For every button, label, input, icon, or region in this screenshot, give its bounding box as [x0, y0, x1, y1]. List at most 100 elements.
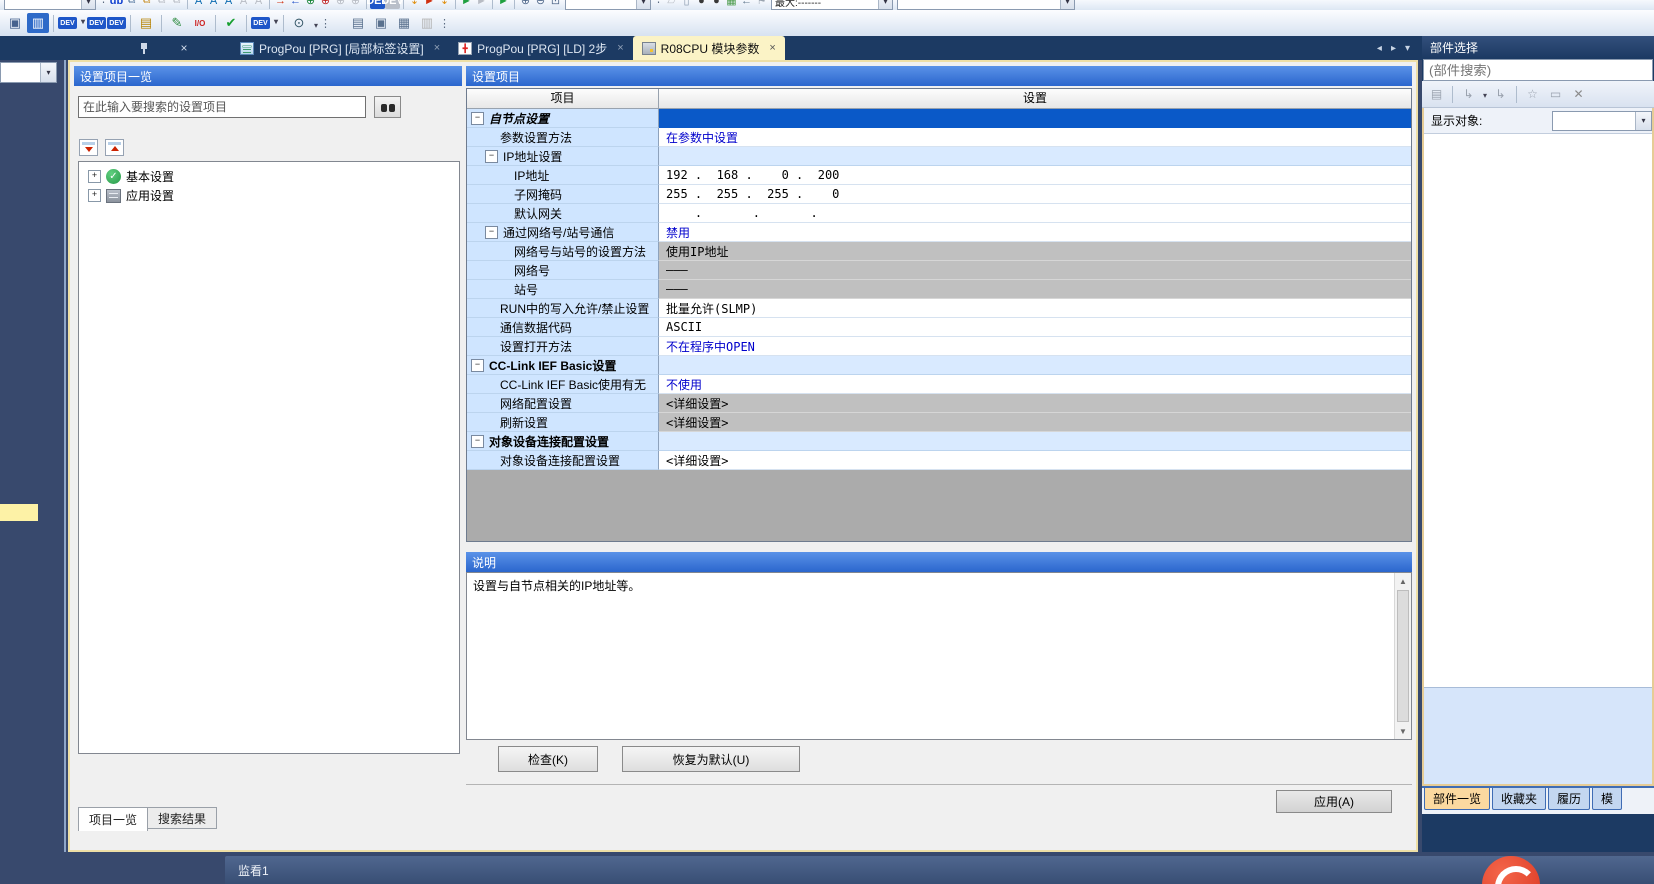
- value-cell[interactable]: 在参数中设置: [659, 128, 1411, 147]
- combobox-dropdown-icon[interactable]: ▾: [81, 0, 95, 9]
- check-button[interactable]: 检查(K): [498, 746, 598, 772]
- label-area-icon[interactable]: ▦: [393, 13, 415, 33]
- tab-search-result[interactable]: 搜索结果: [147, 807, 217, 829]
- table-row[interactable]: 自节点设置: [467, 109, 1411, 128]
- device-memory-icon[interactable]: DEV: [87, 17, 106, 29]
- value-cell[interactable]: ASCII: [659, 318, 1411, 337]
- stop-1-icon[interactable]: ●: [694, 0, 709, 9]
- io-check-icon[interactable]: I/O: [189, 13, 211, 33]
- tab-history[interactable]: 履历: [1548, 788, 1590, 810]
- table-row[interactable]: 设置打开方法不在程序中OPEN: [467, 337, 1411, 356]
- zoom-fit-icon[interactable]: ⊡: [548, 0, 563, 9]
- table-row[interactable]: 对象设备连接配置设置<详细设置>: [467, 451, 1411, 470]
- step-down-2-icon[interactable]: ⇣: [437, 0, 452, 9]
- value-cell[interactable]: . . .: [659, 204, 1411, 223]
- close-pane-icon[interactable]: ×: [175, 39, 193, 57]
- value-cell[interactable]: 255 . 255 . 255 . 0: [659, 185, 1411, 204]
- tab-close-icon[interactable]: ×: [617, 42, 623, 54]
- value-cell[interactable]: <详细设置>: [659, 394, 1411, 413]
- ladder-block-icon[interactable]: ▤: [347, 13, 369, 33]
- setting-search-input[interactable]: [78, 96, 366, 118]
- table-row[interactable]: 对象设备连接配置设置: [467, 432, 1411, 451]
- tree-item-basic-settings[interactable]: 基本设置: [79, 167, 459, 186]
- jump-prev-icon[interactable]: ←: [288, 0, 303, 9]
- part-list-area[interactable]: [1424, 133, 1652, 687]
- program-check-icon[interactable]: ✔: [220, 13, 242, 33]
- restore-default-button[interactable]: 恢复为默认(U): [622, 746, 800, 772]
- copy-disabled-icon[interactable]: ⧉: [154, 0, 169, 9]
- dropdown-arrow-icon[interactable]: ▾: [81, 17, 85, 26]
- apply-button[interactable]: 应用(A): [1276, 790, 1392, 813]
- value-cell[interactable]: 不在程序中OPEN: [659, 337, 1411, 356]
- watch-combobox[interactable]: ▾: [897, 0, 1075, 10]
- collapse-expander-icon[interactable]: [471, 435, 484, 448]
- scroll-down-icon[interactable]: ▼: [1395, 723, 1411, 739]
- search-ng-icon[interactable]: ⊕: [318, 0, 333, 9]
- table-row[interactable]: 刷新设置<详细设置>: [467, 413, 1411, 432]
- toolbar-overflow-icon[interactable]: ⋮: [653, 0, 664, 5]
- stop-2-icon[interactable]: ●: [709, 0, 724, 9]
- table-row[interactable]: 子网掩码255 . 255 . 255 . 0: [467, 185, 1411, 204]
- tab-module-parameter[interactable]: R08CPU 模块参数 ×: [633, 36, 785, 60]
- description-scrollbar[interactable]: ▲ ▼: [1394, 573, 1411, 739]
- tree-item-application-settings[interactable]: 应用设置: [79, 186, 459, 205]
- watch-window-header[interactable]: 监看1: [225, 856, 1654, 884]
- paste-icon[interactable]: ⧉: [139, 0, 154, 9]
- device-search-dropdown-icon[interactable]: ⊙▾: [288, 13, 310, 33]
- expand-tree-icon[interactable]: [79, 139, 98, 156]
- dropdown-arrow-icon[interactable]: ▾: [314, 21, 318, 30]
- step-down-1-icon[interactable]: ⇣: [407, 0, 422, 9]
- table-row[interactable]: 网络配置设置<详细设置>: [467, 394, 1411, 413]
- inline-st-icon[interactable]: ▣: [370, 13, 392, 33]
- device-test-off-icon[interactable]: DEV: [385, 0, 400, 9]
- part-search-input[interactable]: [1423, 59, 1653, 81]
- value-cell[interactable]: 批量允许(SLMP): [659, 299, 1411, 318]
- collapse-expander-icon[interactable]: [471, 359, 484, 372]
- label-editor-icon[interactable]: ✎: [166, 13, 188, 33]
- collapse-expander-icon[interactable]: [485, 226, 498, 239]
- search-disabled-2-icon[interactable]: ⊕: [348, 0, 363, 9]
- combobox-dropdown-icon[interactable]: ▾: [40, 63, 56, 82]
- tab-progpou-label-setting[interactable]: ProgPou [PRG] [局部标签设置] ×: [231, 36, 449, 60]
- table-row[interactable]: 默认网关 . . .: [467, 204, 1411, 223]
- combobox-dropdown-icon[interactable]: ▾: [878, 0, 892, 9]
- zoom-out-icon[interactable]: ⊖: [533, 0, 548, 9]
- watch-device-combobox[interactable]: ▾: [0, 62, 57, 83]
- find-instruction-icon[interactable]: A: [206, 0, 221, 9]
- tab-close-icon[interactable]: ×: [434, 42, 440, 54]
- collapse-expander-icon[interactable]: [485, 150, 498, 163]
- table-row[interactable]: 参数设置方法在参数中设置: [467, 128, 1411, 147]
- table-row[interactable]: IP地址设置: [467, 147, 1411, 166]
- display-target-dropdown[interactable]: ▾: [1552, 111, 1652, 131]
- watch-device-input[interactable]: [1, 63, 40, 82]
- table-row[interactable]: 通过网络号/站号通信禁用: [467, 223, 1411, 242]
- scrollbar-thumb[interactable]: [1397, 590, 1409, 722]
- watch-highlight-cell[interactable]: [0, 504, 38, 521]
- show-pou-dropdown-icon[interactable]: ↳▾: [1458, 85, 1479, 103]
- jump-next-icon[interactable]: →: [273, 0, 288, 9]
- table-row[interactable]: CC-Link IEF Basic设置: [467, 356, 1411, 375]
- expand-node-icon[interactable]: [88, 189, 101, 202]
- find-device-icon[interactable]: A: [191, 0, 206, 9]
- run-mouse-icon[interactable]: ►: [459, 0, 474, 9]
- expand-node-icon[interactable]: [88, 170, 101, 183]
- module-list-icon[interactable]: ▤: [1426, 85, 1447, 103]
- copy-icon[interactable]: ⧉: [124, 0, 139, 9]
- value-cell[interactable]: 禁用: [659, 223, 1411, 242]
- combobox-dropdown-icon[interactable]: ▾: [636, 0, 650, 9]
- favorite-star-icon[interactable]: ☆: [1522, 85, 1543, 103]
- value-cell[interactable]: <详细设置>: [659, 413, 1411, 432]
- tab-list-menu-icon[interactable]: ▾: [1405, 43, 1410, 54]
- search-disabled-1-icon[interactable]: ⊕: [333, 0, 348, 9]
- new-folder-icon[interactable]: ▭: [1545, 85, 1566, 103]
- device-display-dropdown-icon[interactable]: DEV▾: [251, 17, 270, 29]
- quick-find-combobox[interactable]: ▾: [4, 0, 96, 10]
- tab-progpou-ladder[interactable]: ProgPou [PRG] [LD] 2步 ×: [449, 36, 633, 60]
- toolbar-overflow-icon[interactable]: ⋮: [320, 17, 331, 30]
- collapse-expander-icon[interactable]: [471, 112, 484, 125]
- value-cell[interactable]: 192 . 168 . 0 . 200: [659, 166, 1411, 185]
- paste-disabled-icon[interactable]: ⧉: [169, 0, 184, 9]
- window-dock-icon[interactable]: ▣: [4, 13, 26, 33]
- device-comment-dropdown-icon[interactable]: DEV▾: [58, 17, 77, 29]
- tab-close-icon[interactable]: ×: [769, 42, 775, 54]
